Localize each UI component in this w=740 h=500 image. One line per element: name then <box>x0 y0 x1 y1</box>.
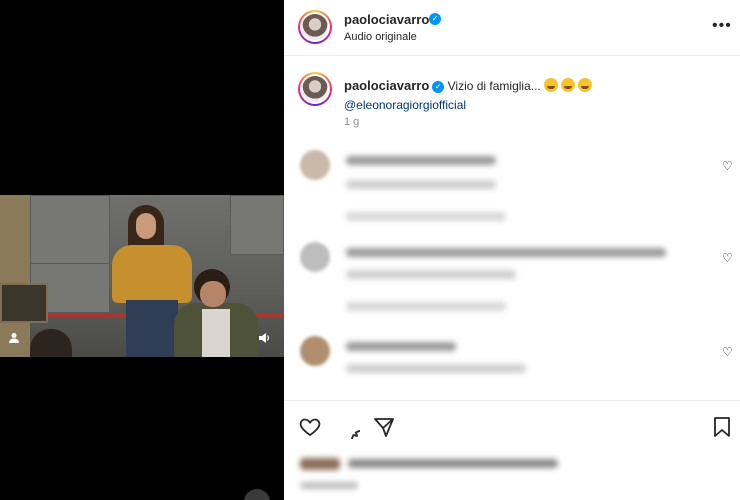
comment-avatar[interactable] <box>300 336 330 366</box>
comment-icon[interactable] <box>336 415 371 450</box>
comment-item: ♡ <box>284 242 740 311</box>
post-date <box>300 482 360 492</box>
seated-person <box>30 329 72 357</box>
caption-timestamp[interactable]: 1 g <box>344 116 359 128</box>
comment-avatar[interactable] <box>300 242 330 272</box>
caption-username[interactable]: paolociavarro <box>344 78 429 93</box>
blurred-comment-meta <box>346 180 496 189</box>
blurred-comment-text <box>346 342 456 351</box>
post-sidebar: paolociavarro ✓ Audio originale ••• paol… <box>284 0 740 500</box>
comment-avatar[interactable] <box>300 150 330 180</box>
amplifier <box>0 283 48 323</box>
blurred-comment-text <box>346 156 496 165</box>
woman-blouse <box>112 245 192 303</box>
heart-icon[interactable]: ♡ <box>722 160 734 172</box>
comment-item: ♡ <box>284 150 740 221</box>
likes-summary[interactable] <box>300 452 600 474</box>
blurred-post-date <box>300 482 358 489</box>
caption-text: Vizio di famiglia... <box>447 79 541 93</box>
blurred-comment-text <box>346 248 666 257</box>
caption-avatar[interactable] <box>298 72 332 106</box>
studio-wall-tile <box>230 195 284 255</box>
post-header: paolociavarro ✓ Audio originale ••• <box>284 0 740 56</box>
woman-jeans <box>126 300 178 357</box>
man-shirt <box>202 309 230 357</box>
laughing-emoji-icon <box>560 78 575 92</box>
man-face <box>200 281 226 307</box>
action-bar <box>284 400 740 450</box>
heart-icon[interactable]: ♡ <box>722 252 734 264</box>
blurred-comment-meta <box>346 364 526 373</box>
laughing-emoji-icon <box>543 78 558 92</box>
video-player[interactable] <box>0 195 284 357</box>
bookmark-icon[interactable] <box>710 415 734 439</box>
heart-icon[interactable] <box>298 415 322 439</box>
author-avatar[interactable] <box>298 10 332 44</box>
author-username[interactable]: paolociavarro <box>344 12 429 27</box>
laughing-emoji-icon <box>577 78 592 92</box>
studio-wall-tile <box>30 195 110 265</box>
blurred-liker-avatars <box>300 458 340 470</box>
volume-icon[interactable] <box>256 331 272 347</box>
post-media <box>0 0 284 500</box>
woman-face <box>136 213 156 239</box>
more-icon[interactable]: ••• <box>712 18 732 34</box>
heart-icon[interactable]: ♡ <box>722 346 734 358</box>
blurred-likes-text <box>348 459 558 468</box>
verified-badge-icon: ✓ <box>429 13 441 25</box>
post-caption: paolociavarro ✓ Vizio di famiglia... @ele… <box>344 76 714 115</box>
next-media-button[interactable] <box>244 489 270 500</box>
user-tag-icon[interactable] <box>6 331 22 347</box>
share-icon[interactable] <box>372 415 396 439</box>
caption-mention[interactable]: @eleonoragiorgiofficial <box>344 98 466 112</box>
comment-item: ♡ <box>284 336 740 396</box>
verified-badge-icon: ✓ <box>432 80 445 93</box>
audio-label[interactable]: Audio originale <box>344 31 417 43</box>
blurred-comment-meta <box>346 270 516 279</box>
blurred-view-replies[interactable] <box>346 302 506 311</box>
blurred-view-replies[interactable] <box>346 212 506 221</box>
